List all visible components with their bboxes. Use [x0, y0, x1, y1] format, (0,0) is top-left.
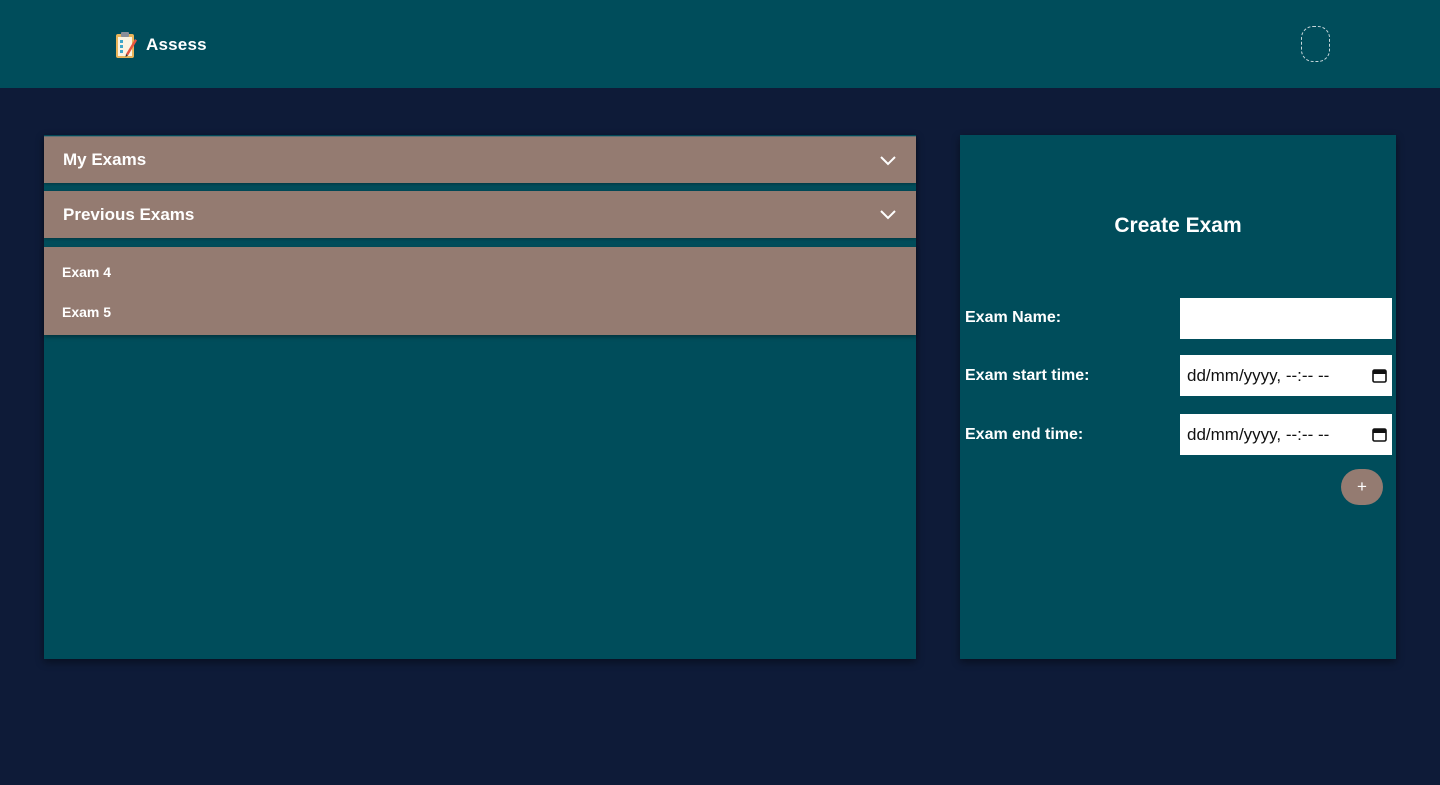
my-exams-accordion-header[interactable]: My Exams: [44, 136, 916, 183]
previous-exams-accordion-header[interactable]: Previous Exams: [44, 191, 916, 238]
my-exams-label: My Exams: [63, 150, 147, 169]
create-exam-title: Create Exam: [1114, 214, 1242, 237]
exam-start-time-input[interactable]: dd/mm/yyyy, --:-- --: [1180, 355, 1392, 396]
exam-list-item[interactable]: Exam 5: [62, 304, 111, 320]
exam-name-label: Exam Name:: [965, 309, 1062, 326]
user-avatar-button[interactable]: [1301, 26, 1330, 62]
exam-end-time-value: dd/mm/yyyy, --:-- --: [1187, 424, 1330, 444]
exam-end-time-label: Exam end time:: [965, 426, 1084, 443]
create-exam-panel: Create Exam Exam Name: Exam start time: …: [960, 135, 1396, 659]
calendar-icon[interactable]: [1372, 427, 1387, 442]
previous-exams-label: Previous Exams: [63, 204, 195, 224]
clipboard-pencil-icon: [114, 30, 138, 60]
exam-start-time-label: Exam start time:: [965, 367, 1090, 384]
chevron-down-icon: [880, 208, 896, 220]
exam-list-item[interactable]: Exam 4: [62, 264, 111, 280]
calendar-icon[interactable]: [1372, 368, 1387, 383]
exam-start-time-value: dd/mm/yyyy, --:-- --: [1187, 365, 1330, 385]
exam-name-input[interactable]: [1180, 298, 1392, 339]
top-bar: Assess: [0, 0, 1440, 88]
exam-end-time-input[interactable]: dd/mm/yyyy, --:-- --: [1180, 414, 1392, 455]
chevron-down-icon: [880, 154, 896, 166]
brand[interactable]: Assess: [114, 30, 207, 60]
add-exam-button[interactable]: +: [1341, 469, 1383, 505]
brand-name: Assess: [146, 35, 207, 54]
exams-panel: My Exams Previous Exams Exam 4 Exam 5: [44, 135, 916, 659]
previous-exams-list: Exam 4 Exam 5: [44, 247, 916, 335]
